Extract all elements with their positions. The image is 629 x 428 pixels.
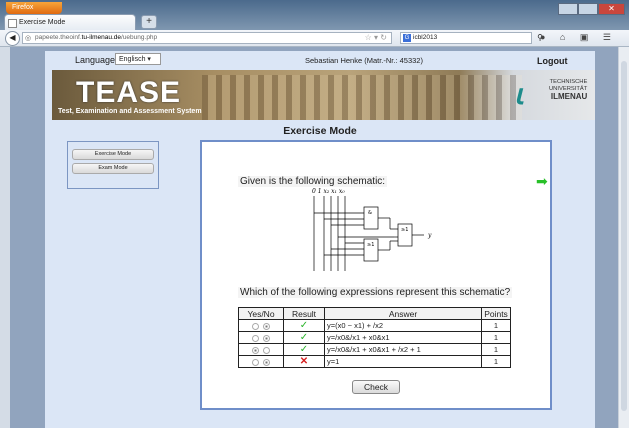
col-yes-no: Yes/No (238, 307, 284, 320)
logout-link[interactable]: Logout (537, 56, 568, 66)
page-title: Exercise Mode (283, 125, 357, 137)
scrollbar-thumb[interactable] (621, 61, 627, 411)
university-logo-icon: ꙇ (514, 79, 524, 110)
sidebar: Exercise Mode Exam Mode (67, 141, 159, 189)
result-cell: ✕ (283, 355, 325, 368)
page-icon (8, 19, 17, 28)
university-name: TECHNISCHE UNIVERSITÄT ILMENAU (549, 79, 588, 101)
answer-cell: y=/x0&/x1 + x0&x1 (324, 331, 482, 344)
table-row: ✓ y=(x0 ~ x1) + /x2 1 (238, 319, 511, 332)
points-cell: 1 (481, 355, 511, 368)
check-button[interactable]: Check (352, 380, 400, 394)
close-icon[interactable]: ✕ (598, 3, 625, 15)
yes-radio[interactable] (252, 334, 259, 342)
university-line-3: ILMENAU (550, 92, 588, 101)
col-points: Points (481, 307, 511, 320)
banner-tagline: Test, Examination and Assessment System (58, 108, 202, 115)
url-bar[interactable]: ◎ papeete.theoinf.tu-ilmenau.de/uebung.ph… (22, 32, 392, 44)
page: Language: Englisch ▾ Sebastian Henke (Ma… (45, 51, 595, 428)
output-label: y (427, 232, 432, 239)
points-cell: 1 (481, 319, 511, 332)
points-cell: 1 (481, 343, 511, 356)
left-edge (0, 47, 10, 428)
result-cell: ✓ (283, 319, 325, 332)
result-cell: ✓ (283, 331, 325, 344)
url-domain: tu-ilmenau.de (81, 34, 122, 41)
new-tab-button[interactable]: + (141, 15, 157, 29)
col-answer: Answer (324, 307, 482, 320)
next-arrow-icon[interactable]: ➡ (536, 173, 548, 190)
logic-schematic: 0 1 x₂ x₁ x₀ & ≥1 ≥1 y (312, 188, 432, 271)
points-cell: 1 (481, 331, 511, 344)
back-arrow-icon[interactable]: ◀ (5, 31, 20, 46)
search-bar[interactable]: G icbl2013 ⚲ (400, 32, 543, 44)
firefox-menu-button[interactable]: Firefox (6, 2, 62, 14)
answer-cell: y=1 (324, 355, 482, 368)
and-gate-label: & (368, 210, 372, 216)
page-header: Language: Englisch ▾ Sebastian Henke (Ma… (45, 51, 595, 70)
cross-icon: ✕ (299, 356, 309, 367)
globe-icon: ◎ (25, 35, 32, 42)
answer-cell: y=/x0&/x1 + x0&x1 + /x2 + 1 (324, 343, 482, 356)
browser-window: Firefox Exercise Mode + ✕ ◀ ◎ papeete.the… (0, 0, 629, 428)
minimize-button[interactable] (558, 3, 578, 15)
university-line-1: TECHNISCHE (549, 79, 588, 85)
sidebar-item-exercise-mode[interactable]: Exercise Mode (72, 149, 154, 160)
no-radio[interactable] (263, 334, 270, 342)
no-radio[interactable] (263, 346, 270, 354)
no-radio[interactable] (263, 358, 270, 366)
table-row: ✓ y=/x0&/x1 + x0&x1 1 (238, 331, 511, 344)
url-prefix: papeete.theoinf. (35, 34, 82, 41)
exercise-panel: Given is the following schematic: ➡ 0 1 … (200, 140, 552, 410)
url-path: /uebung.php (121, 34, 158, 41)
google-icon: G (403, 34, 411, 42)
language-value: Englisch (119, 56, 146, 63)
search-value: icbl2013 (413, 34, 438, 41)
or-gate-label-2: ≥1 (401, 227, 408, 233)
no-radio[interactable] (263, 322, 270, 330)
yes-radio[interactable] (252, 346, 259, 354)
title-bar: Firefox Exercise Mode + ✕ (0, 0, 629, 30)
banner-title: TEASE (76, 76, 182, 109)
yes-radio[interactable] (252, 358, 259, 366)
answer-cell: y=(x0 ~ x1) + /x2 (324, 319, 482, 332)
schematic-inputs: 0 1 x₂ x₁ x₀ (312, 188, 345, 195)
tab-label: Exercise Mode (19, 19, 66, 26)
tab-exercise-mode[interactable]: Exercise Mode (4, 14, 136, 30)
bookmark-star-icon[interactable]: ☆ ▾ ↻ (365, 33, 387, 43)
check-icon: ✓ (299, 344, 309, 355)
yes-radio[interactable] (252, 322, 259, 330)
toolbar-icons[interactable]: ● ⌂ ▣ ☰ (540, 32, 617, 43)
yes-no-radios (238, 331, 284, 344)
scrollbar[interactable] (618, 47, 629, 428)
table-row: ✓ y=/x0&/x1 + x0&x1 + /x2 + 1 1 (238, 343, 511, 356)
check-icon: ✓ (299, 320, 309, 331)
or-gate-label-1: ≥1 (367, 242, 374, 248)
check-icon: ✓ (299, 332, 309, 343)
table-header-row: Yes/No Result Answer Points (238, 307, 511, 320)
result-cell: ✓ (283, 343, 325, 356)
yes-no-radios (238, 343, 284, 356)
navigation-bar: ◀ ◎ papeete.theoinf.tu-ilmenau.de/uebung.… (0, 30, 629, 47)
col-result: Result (283, 307, 325, 320)
banner: TEASE Test, Examination and Assessment S… (52, 70, 595, 120)
yes-no-radios (238, 319, 284, 332)
exercise-prompt: Given is the following schematic: (238, 176, 388, 187)
banner-photo (202, 75, 522, 120)
language-select[interactable]: Englisch ▾ (115, 53, 161, 65)
yes-no-radios (238, 355, 284, 368)
answer-table: Yes/No Result Answer Points ✓ y=(x0 ~ x1… (238, 307, 511, 368)
user-info: Sebastian Henke (Matr.-Nr.: 45332) (305, 56, 423, 65)
sidebar-item-exam-mode[interactable]: Exam Mode (72, 163, 154, 174)
table-row: ✕ y=1 1 (238, 355, 511, 368)
maximize-button[interactable] (578, 3, 598, 15)
language-label: Language: (75, 55, 118, 65)
question-text: Which of the following expressions repre… (238, 287, 513, 298)
